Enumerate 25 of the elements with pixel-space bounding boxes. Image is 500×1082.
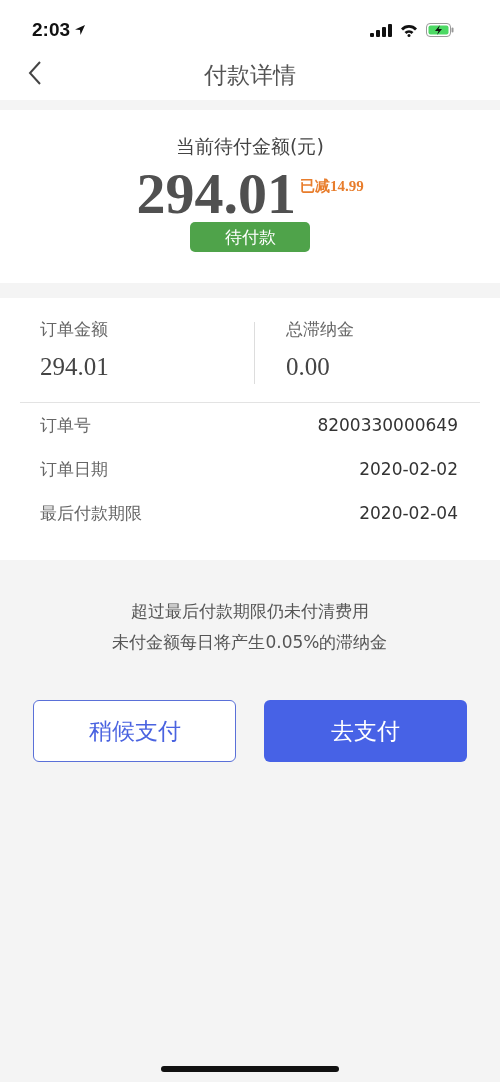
detail-value: 8200330000649 xyxy=(317,415,458,435)
detail-value: 2020-02-04 xyxy=(359,503,458,523)
detail-value: 2020-02-02 xyxy=(359,459,458,479)
location-arrow-icon xyxy=(74,24,87,36)
status-badge: 待付款 xyxy=(190,222,310,252)
metric-value: 294.01 xyxy=(40,353,110,381)
detail-label: 订单日期 xyxy=(40,457,108,481)
metric-label: 总滞纳金 xyxy=(286,318,355,341)
status-time: 2:03 xyxy=(32,19,71,41)
metric-value: 0.00 xyxy=(286,353,331,381)
back-icon[interactable] xyxy=(28,60,42,86)
amount-label: 当前待付金额(元) xyxy=(176,134,324,159)
battery-charging-icon xyxy=(426,23,454,37)
wifi-icon xyxy=(400,23,418,37)
detail-label: 最后付款期限 xyxy=(40,501,142,525)
pay-later-button[interactable]: 稍候支付 xyxy=(33,700,236,762)
discount-text: 已减14.99 xyxy=(299,176,364,196)
amount-value: 294.01 xyxy=(136,165,296,223)
notice-text: 未付金额每日将产生0.05%的滞纳金 xyxy=(112,631,388,654)
notice-text: 超过最后付款期限仍未付清费用 xyxy=(131,600,369,623)
detail-label: 订单号 xyxy=(40,413,91,437)
metric-label: 订单金额 xyxy=(40,318,109,341)
page-title: 付款详情 xyxy=(204,61,296,90)
pay-button[interactable]: 去支付 xyxy=(264,700,467,762)
signal-icon xyxy=(370,23,392,37)
